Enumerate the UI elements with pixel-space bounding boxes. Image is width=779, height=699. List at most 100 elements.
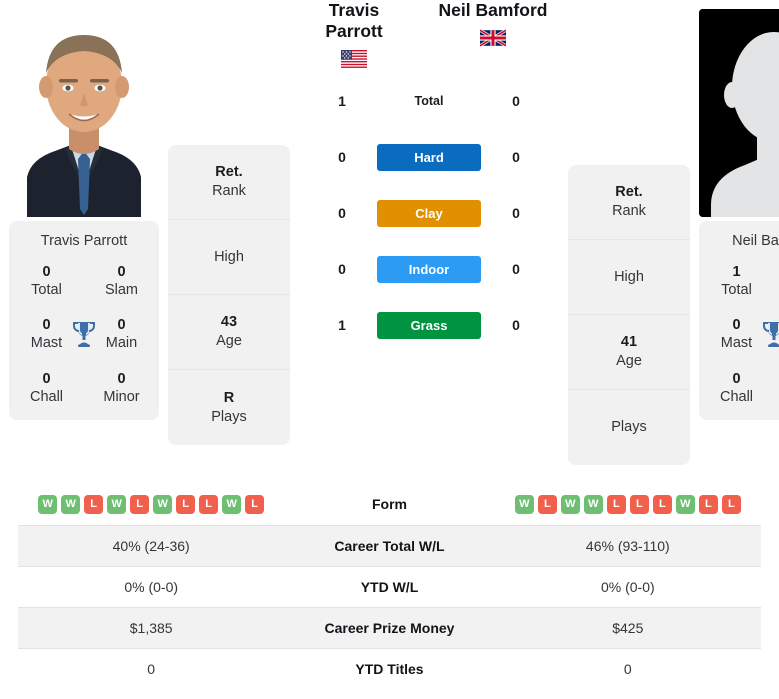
row-label-ytd-wl: YTD W/L xyxy=(284,565,495,607)
row-label-career-prize-money: Career Prize Money xyxy=(284,606,495,648)
h2h-hard-left-count: 0 xyxy=(338,149,346,165)
form-badge-loss: L xyxy=(176,494,196,514)
titles-cell-total: 0 Total xyxy=(9,263,84,299)
h2h-total-right-count: 0 xyxy=(512,93,520,109)
form-badge-loss: L xyxy=(199,494,219,514)
titles-cell-total: 1 Total xyxy=(699,263,774,299)
left-titles-grid: 0 Total 0 Slam 0 Mast 0 Main 0 Chall 0 M… xyxy=(9,263,159,406)
left-ytd-wl: 0% (0-0) xyxy=(18,565,285,607)
titles-chall-value: 0 xyxy=(42,370,51,387)
rank-caption: Rank xyxy=(612,203,646,219)
h2h-indoor-label[interactable]: Indoor xyxy=(377,255,481,283)
titles-total-label: Total xyxy=(721,282,752,299)
table-row-ytd-titles: 0 YTD Titles 0 xyxy=(18,647,761,689)
age-caption: Age xyxy=(216,333,242,349)
plays-caption: Plays xyxy=(611,419,647,436)
placeholder-avatar-icon xyxy=(699,9,779,217)
high-caption: High xyxy=(214,248,244,265)
h2h-row-grass: 1 Grass 0 xyxy=(329,297,529,353)
right-titles-grid: 1 Total 0 Slam 0 Mast 0 Main xyxy=(699,263,779,406)
age-value: 41 xyxy=(620,334,638,351)
rank-caption: Rank xyxy=(212,183,246,199)
right-player-name-line1: Neil Bamford xyxy=(438,0,548,20)
form-badge-win: W xyxy=(107,494,127,514)
trophy-icon xyxy=(73,322,95,348)
titles-minor-label: Minor xyxy=(103,388,140,405)
trophy-icon xyxy=(763,322,779,348)
left-ytd-titles: 0 xyxy=(18,647,285,689)
right-ytd-titles: 0 xyxy=(494,647,761,689)
left-player-name-line1: Travis xyxy=(328,0,380,20)
titles-minor-label: Minor xyxy=(774,388,779,406)
age-caption: Age xyxy=(616,353,642,369)
left-player-name-line2: Parrott xyxy=(325,21,383,41)
right-player-photo[interactable] xyxy=(699,9,779,217)
titles-slam-value: 0 xyxy=(774,263,779,281)
form-badge-win: W xyxy=(583,494,603,514)
info-row-plays: R Plays xyxy=(168,370,290,445)
plays-value: R xyxy=(223,389,235,406)
titles-total-label: Total xyxy=(31,282,62,299)
left-career-total-wl: 40% (24-36) xyxy=(18,524,285,566)
h2h-total-label: Total xyxy=(414,94,444,108)
h2h-hard-label[interactable]: Hard xyxy=(377,143,481,171)
right-info-column: Ret. Rank High 41 Age Plays xyxy=(568,0,690,465)
info-row-high: High xyxy=(568,240,690,315)
h2h-total-left-count: 1 xyxy=(338,93,346,109)
h2h-indoor-left-count: 0 xyxy=(338,261,346,277)
h2h-grass-left-count: 1 xyxy=(338,317,346,333)
table-row-ytd-wl: 0% (0-0) YTD W/L 0% (0-0) xyxy=(18,565,761,607)
right-player-card-name: Neil Bamford xyxy=(732,233,779,249)
right-career-total-wl: 46% (93-110) xyxy=(494,524,761,566)
head-to-head-list: 1 Total 0 0 Hard 0 0 Clay 0 0 Indoor 0 1… xyxy=(329,73,529,353)
left-info-card: Ret. Rank High 43 Age R Plays xyxy=(168,145,290,445)
row-label-form: Form xyxy=(371,496,407,513)
right-form-strip: WLWWLLLWLL xyxy=(495,494,761,514)
form-badge-win: W xyxy=(675,494,695,514)
h2h-row-total: 1 Total 0 xyxy=(329,73,529,129)
form-badge-loss: L xyxy=(629,494,649,514)
info-row-age: 41 Age xyxy=(568,315,690,390)
player-names-row: Travis Parrott Neil Bamford xyxy=(290,0,568,73)
left-player-photo[interactable] xyxy=(9,9,159,217)
portrait-photo-icon xyxy=(9,9,159,217)
titles-total-value: 0 xyxy=(42,264,51,280)
info-row-rank: Ret. Rank xyxy=(568,165,690,240)
titles-slam-value: 0 xyxy=(117,264,126,280)
left-titles-card: Travis Parrott 0 Total 0 Slam 0 Mast 0 M… xyxy=(9,221,159,420)
titles-minor-value: 0 xyxy=(117,370,126,387)
right-titles-card: Neil Bamford 1 Total 0 Slam 0 Mast xyxy=(699,221,779,420)
titles-cell-chall: 0 Chall xyxy=(9,370,84,406)
h2h-grass-label[interactable]: Grass xyxy=(377,311,481,339)
left-form-cell: WWLWLWLLWL xyxy=(18,484,284,525)
titles-minor-value: 1 xyxy=(774,370,779,388)
head-to-head-column: Travis Parrott Neil Bamford 1 Total 0 0 … xyxy=(290,0,568,353)
form-badge-loss: L xyxy=(698,494,718,514)
high-caption: High xyxy=(614,268,644,285)
row-label-ytd-titles: YTD Titles xyxy=(284,647,495,689)
left-player-name-block: Travis Parrott xyxy=(290,0,418,73)
info-row-rank: Ret. Rank xyxy=(168,145,290,220)
titles-slam-label: Slam xyxy=(774,281,779,299)
right-form-cell: WLWWLLLWLL xyxy=(495,484,761,525)
uk-flag-icon xyxy=(479,28,507,52)
form-badge-win: W xyxy=(514,494,534,514)
rank-value: Ret. xyxy=(215,164,243,181)
left-player-column: Travis Parrott 0 Total 0 Slam 0 Mast 0 M… xyxy=(0,0,168,420)
comparison-header: Travis Parrott 0 Total 0 Slam 0 Mast 0 M… xyxy=(0,0,779,475)
row-label-career-total-wl: Career Total W/L xyxy=(284,524,495,566)
form-badge-win: W xyxy=(38,494,58,514)
plays-caption: Plays xyxy=(211,408,247,425)
titles-total-value: 1 xyxy=(732,264,741,280)
titles-cell-chall: 0 Chall xyxy=(699,370,774,406)
left-career-prize-money: $1,385 xyxy=(18,606,285,648)
h2h-row-clay: 0 Clay 0 xyxy=(329,185,529,241)
h2h-clay-label[interactable]: Clay xyxy=(377,199,481,227)
titles-chall-value: 0 xyxy=(732,370,741,387)
right-career-prize-money: $425 xyxy=(494,606,761,648)
table-row-career-prize-money: $1,385 Career Prize Money $425 xyxy=(18,606,761,648)
rank-value: Ret. xyxy=(615,184,643,201)
form-badge-loss: L xyxy=(130,494,150,514)
left-form-strip: WWLWLWLLWL xyxy=(18,494,284,514)
form-badge-loss: L xyxy=(245,494,265,514)
